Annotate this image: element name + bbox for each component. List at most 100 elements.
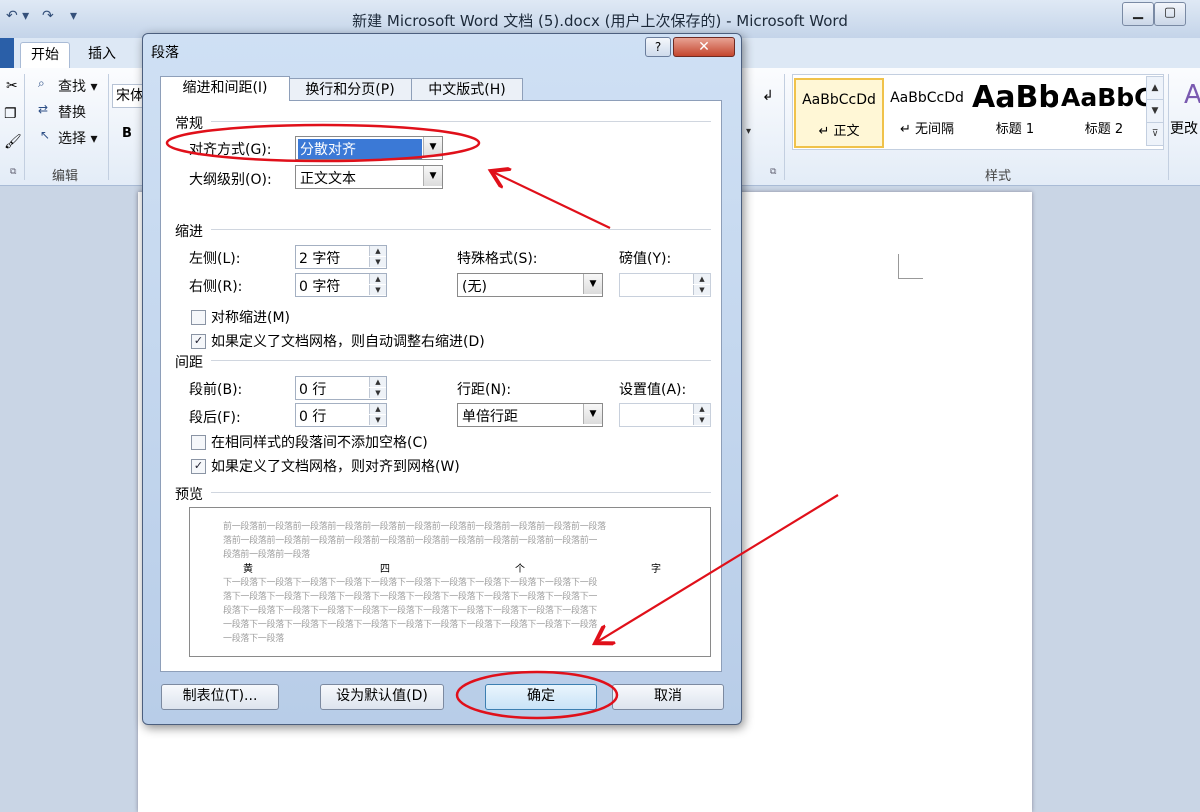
chevron-down-icon[interactable]: ▼ <box>423 137 442 157</box>
tab-line-page-breaks[interactable]: 换行和分页(P) <box>288 78 412 101</box>
spin-up-icon[interactable]: ▲ <box>369 246 386 256</box>
tabs-button[interactable]: 制表位(T)... <box>161 684 279 710</box>
no-space-label[interactable]: 在相同样式的段落间不添加空格(C) <box>211 432 428 452</box>
tab-insert[interactable]: 插入 <box>78 42 126 67</box>
separator <box>108 74 109 180</box>
spin-down-icon[interactable]: ▼ <box>369 285 386 295</box>
style-name: 标题 1 <box>995 122 1035 137</box>
format-painter-icon[interactable]: 🖌 <box>4 134 22 150</box>
spin-down-icon[interactable]: ▼ <box>693 415 710 425</box>
special-indent-value: (无) <box>462 279 487 295</box>
alignment-select[interactable]: 分散对齐 ▼ <box>295 136 443 160</box>
preview-prev-line: 前一段落前一段落前一段落前一段落前一段落前一段落前一段落前一段落前一段落前一段落… <box>223 522 606 532</box>
style-heading-1[interactable]: AaBb 标题 1 <box>972 78 1058 144</box>
spacing-at-spinner[interactable]: ▲ ▼ <box>619 403 711 427</box>
left-indent-spinner[interactable]: 2 字符 ▲ ▼ <box>295 245 387 269</box>
snap-to-grid-label[interactable]: 如果定义了文档网格，则对齐到网格(W) <box>211 456 460 476</box>
line-spacing-value: 单倍行距 <box>462 409 518 425</box>
style-no-spacing[interactable]: AaBbCcDd ↵ 无间隔 <box>884 78 970 144</box>
change-styles-icon[interactable]: A <box>1184 80 1200 110</box>
select-button[interactable]: 选择 ▾ <box>58 128 97 148</box>
preview-prev-line: 段落前一段落前一段落 <box>223 550 311 560</box>
indent-by-spinner[interactable]: ▲ ▼ <box>619 273 711 297</box>
special-indent-label: 特殊格式(S): <box>457 251 538 267</box>
dialog-title: 段落 <box>151 45 179 61</box>
paragraph-sort-icon[interactable]: ↲ <box>762 88 774 104</box>
ok-button[interactable]: 确定 <box>485 684 597 710</box>
right-indent-spinner[interactable]: 0 字符 ▲ ▼ <box>295 273 387 297</box>
select-icon: ↖ <box>40 128 51 142</box>
styles-more[interactable]: ⊽ <box>1146 122 1164 146</box>
outline-level-select[interactable]: 正文文本 ▼ <box>295 165 443 189</box>
mirror-indent-checkbox[interactable] <box>191 310 206 325</box>
set-default-button[interactable]: 设为默认值(D) <box>320 684 444 710</box>
snap-to-grid-checkbox[interactable]: ✓ <box>191 459 206 474</box>
find-button[interactable]: 查找 ▾ <box>58 76 97 96</box>
separator <box>24 74 25 180</box>
alignment-value: 分散对齐 <box>298 139 422 159</box>
styles-scroll-up[interactable]: ▲ <box>1146 76 1164 100</box>
style-heading-2[interactable]: AaBbC 标题 2 <box>1061 78 1147 144</box>
auto-adjust-checkbox[interactable]: ✓ <box>191 334 206 349</box>
chevron-down-icon[interactable]: ▼ <box>583 274 602 294</box>
style-name: 标题 2 <box>1084 122 1124 137</box>
spin-down-icon[interactable]: ▼ <box>369 388 386 398</box>
cut-icon[interactable]: ✂ <box>6 78 18 94</box>
chevron-down-icon[interactable]: ▼ <box>583 404 602 424</box>
special-indent-select[interactable]: (无) ▼ <box>457 273 603 297</box>
outline-level-value: 正文文本 <box>300 171 356 187</box>
tab-home[interactable]: 开始 <box>20 42 70 68</box>
copy-icon[interactable]: ❐ <box>4 106 17 122</box>
paragraph-launcher-icon[interactable]: ⧉ <box>770 167 776 177</box>
tab-asian-typography[interactable]: 中文版式(H) <box>411 78 523 101</box>
chevron-down-icon[interactable]: ▼ <box>423 166 442 186</box>
dialog-launcher-icon[interactable]: ⧉ <box>10 167 16 177</box>
bold-button[interactable]: B <box>122 126 132 141</box>
style-normal[interactable]: AaBbCcDd ↵ 正文 <box>794 78 884 148</box>
preview-sample-char: 四 <box>380 564 390 575</box>
replace-button[interactable]: 替换 <box>58 102 86 122</box>
style-name: ↵ 正文 <box>818 124 860 139</box>
mirror-indent-label[interactable]: 对称缩进(M) <box>211 307 290 327</box>
right-indent-label: 右侧(R): <box>189 279 243 295</box>
cancel-button[interactable]: 取消 <box>612 684 724 710</box>
dropdown-icon[interactable]: ▾ <box>746 126 751 137</box>
space-after-spinner[interactable]: 0 行 ▲ ▼ <box>295 403 387 427</box>
style-sample: AaBb <box>972 80 1058 115</box>
space-before-value: 0 行 <box>299 382 327 398</box>
spin-up-icon[interactable]: ▲ <box>369 377 386 387</box>
line-spacing-select[interactable]: 单倍行距 ▼ <box>457 403 603 427</box>
spin-up-icon[interactable]: ▲ <box>369 274 386 284</box>
section-divider <box>211 360 711 361</box>
style-sample: AaBbCcDd <box>802 92 876 108</box>
section-preview: 预览 <box>175 487 203 503</box>
preview-next-line: 段落下一段落下一段落下一段落下一段落下一段落下一段落下一段落下一段落下一段落下一… <box>223 606 598 616</box>
spin-up-icon[interactable]: ▲ <box>693 274 710 284</box>
space-after-label: 段后(F): <box>189 410 241 426</box>
spin-down-icon[interactable]: ▼ <box>369 257 386 267</box>
auto-adjust-label[interactable]: 如果定义了文档网格，则自动调整右缩进(D) <box>211 331 485 351</box>
left-indent-value: 2 字符 <box>299 251 341 267</box>
space-before-spinner[interactable]: 0 行 ▲ ▼ <box>295 376 387 400</box>
preview-next-line: 一段落下一段落 <box>223 634 284 644</box>
maximize-button[interactable]: ▢ <box>1154 2 1186 26</box>
tab-indent-spacing[interactable]: 缩进和间距(I) <box>160 76 290 101</box>
minimize-button[interactable]: ▁ <box>1122 2 1154 26</box>
preview-sample-char: 字 <box>651 564 661 575</box>
edit-group-label: 编辑 <box>52 169 79 184</box>
preview-next-line: 下一段落下一段落下一段落下一段落下一段落下一段落下一段落下一段落下一段落下一段落… <box>223 578 598 588</box>
no-space-checkbox[interactable] <box>191 435 206 450</box>
spin-up-icon[interactable]: ▲ <box>369 404 386 414</box>
spin-down-icon[interactable]: ▼ <box>693 285 710 295</box>
file-tab[interactable] <box>0 38 14 68</box>
change-styles-label[interactable]: 更改 <box>1170 118 1198 138</box>
space-after-value: 0 行 <box>299 409 327 425</box>
styles-gallery: AaBbCcDd ↵ 正文 AaBbCcDd ↵ 无间隔 AaBb 标题 1 A… <box>792 74 1164 150</box>
styles-group-label: 样式 <box>985 169 1012 184</box>
help-button[interactable]: ? <box>645 37 671 57</box>
styles-scroll-down[interactable]: ▼ <box>1146 99 1164 123</box>
spin-down-icon[interactable]: ▼ <box>369 415 386 425</box>
spin-up-icon[interactable]: ▲ <box>693 404 710 414</box>
close-button[interactable]: ✕ <box>673 37 735 57</box>
alignment-label: 对齐方式(G): <box>189 142 272 158</box>
